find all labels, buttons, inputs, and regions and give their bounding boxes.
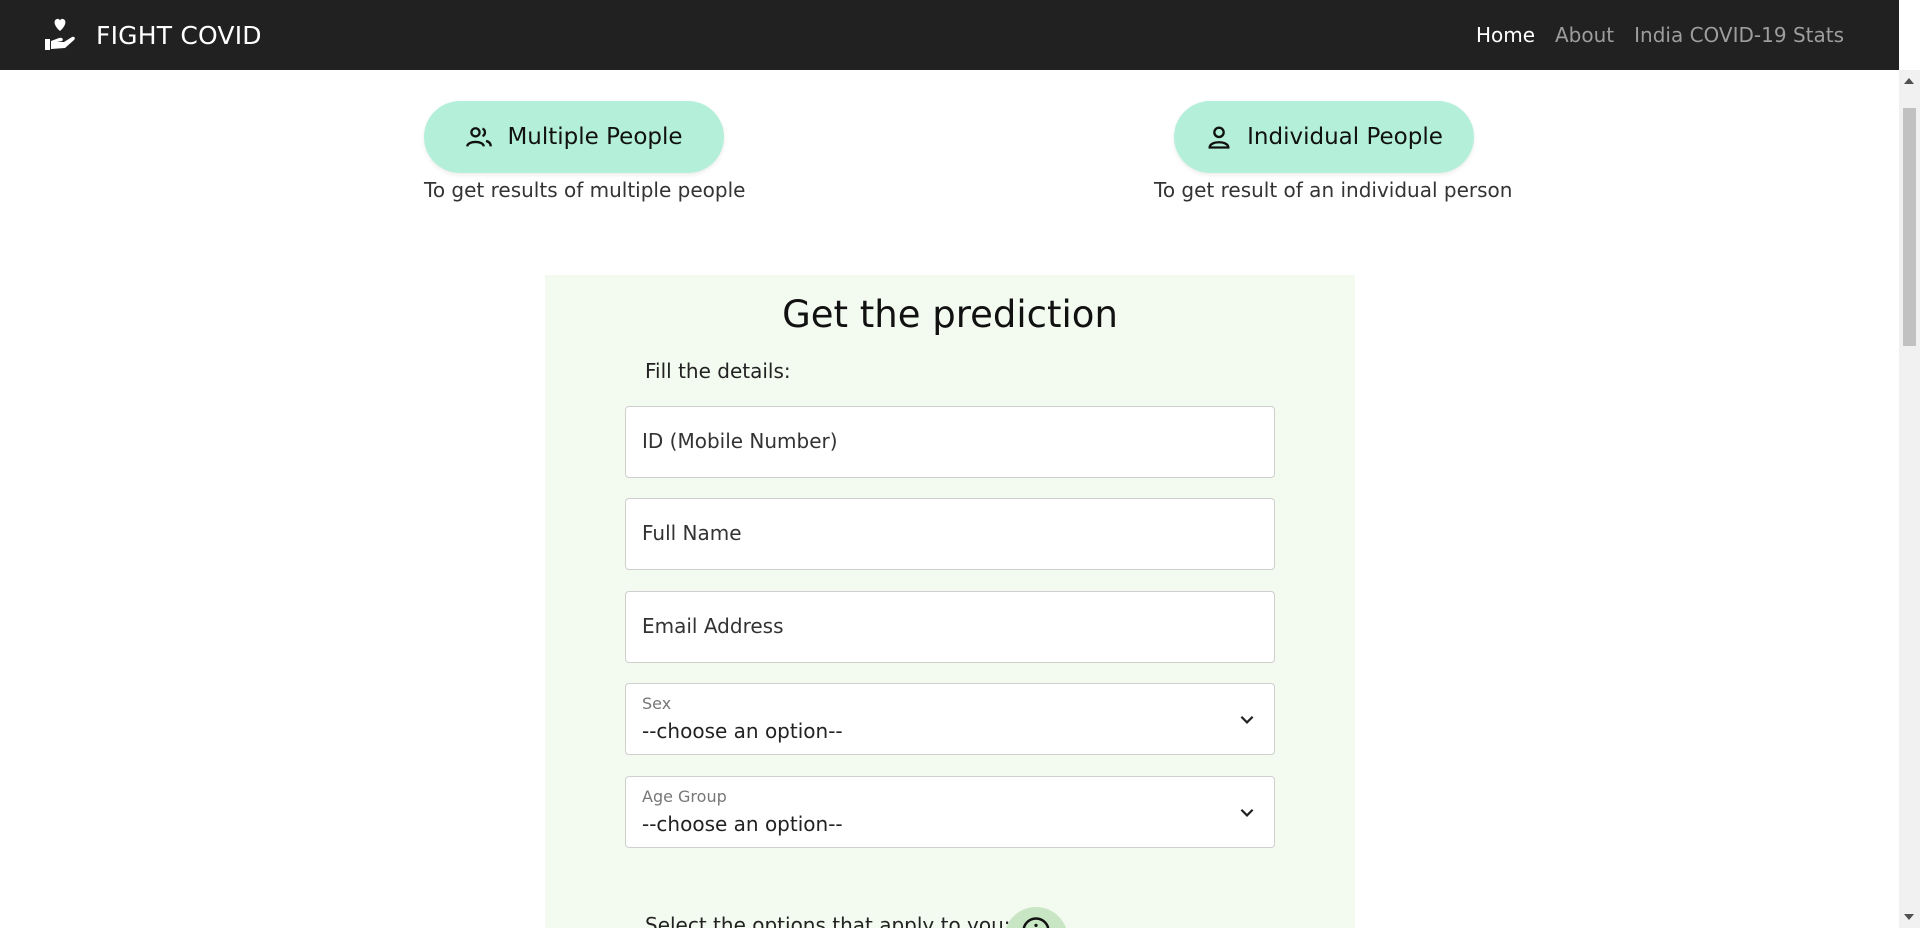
sex-select-value: --choose an option-- [642,719,843,743]
individual-people-button[interactable]: Individual People [1174,101,1474,173]
nav-stats-link[interactable]: India COVID-19 Stats [1634,23,1844,47]
multiple-people-label: Multiple People [507,124,683,150]
chevron-down-icon [1240,808,1254,817]
age-group-select-value: --choose an option-- [642,812,843,836]
mobile-id-input[interactable]: ID (Mobile Number) [625,406,1275,478]
multiple-people-description: To get results of multiple people [424,178,746,202]
multiple-people-button[interactable]: Multiple People [424,101,724,173]
scroll-up-arrow-icon[interactable] [1904,78,1914,84]
full-name-placeholder: Full Name [642,521,742,545]
info-icon [1022,917,1050,928]
page-scrollbar[interactable] [1899,70,1920,928]
age-group-select[interactable]: Age Group --choose an option-- [625,776,1275,848]
select-options-text: Select the options that apply to you: [645,913,1011,928]
scroll-thumb[interactable] [1903,108,1916,346]
multiple-people-block: Multiple People To get results of multip… [424,101,745,202]
info-button[interactable] [1004,907,1068,928]
scroll-down-arrow-icon[interactable] [1904,914,1914,920]
heart-in-hand-icon [45,18,75,50]
sex-select[interactable]: Sex --choose an option-- [625,683,1275,755]
age-group-select-label: Age Group [642,787,727,806]
form-title: Get the prediction [782,293,1118,336]
top-navbar: FIGHT COVID Home About India COVID-19 St… [0,0,1899,70]
person-icon [1208,126,1230,149]
sex-select-label: Sex [642,694,672,713]
individual-people-label: Individual People [1247,124,1443,150]
mobile-id-placeholder: ID (Mobile Number) [642,429,838,453]
brand-title: FIGHT COVID [96,20,262,50]
full-name-input[interactable]: Full Name [625,498,1275,570]
email-placeholder: Email Address [642,614,784,638]
individual-people-description: To get result of an individual person [1154,178,1513,202]
people-icon [466,127,493,147]
nav-about-link[interactable]: About [1555,23,1614,47]
form-subtitle: Fill the details: [645,359,791,383]
nav-links: Home About India COVID-19 Stats [1476,0,1844,70]
brand[interactable]: FIGHT COVID [44,17,262,53]
email-input[interactable]: Email Address [625,591,1275,663]
prediction-form-card: Get the prediction Fill the details: ID … [545,275,1355,928]
nav-home-link[interactable]: Home [1476,23,1535,47]
chevron-down-icon [1240,715,1254,724]
individual-people-block: Individual People To get result of an in… [1154,101,1512,202]
